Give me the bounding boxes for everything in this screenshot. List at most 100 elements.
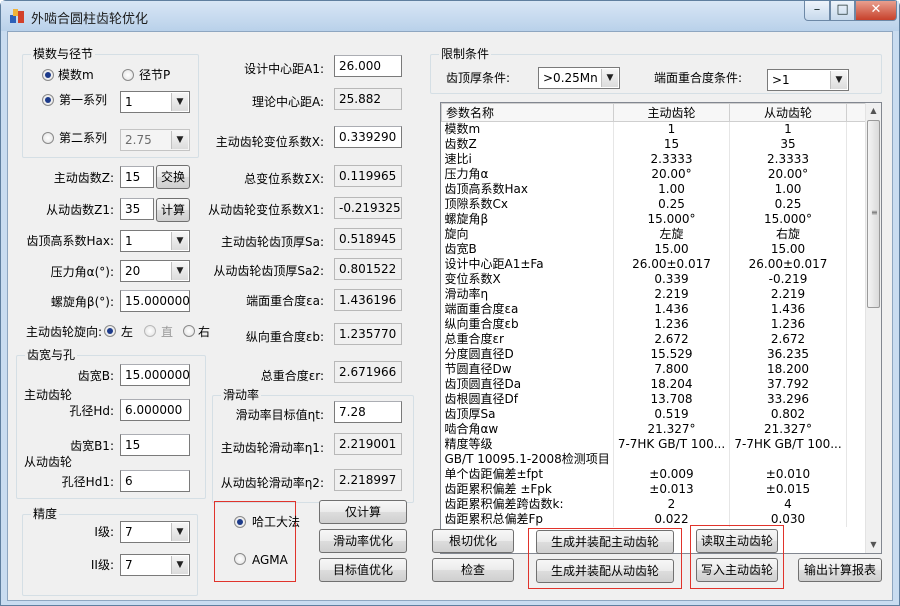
width-b1-input[interactable]: 15 xyxy=(120,434,190,456)
radio-dir-straight[interactable] xyxy=(144,325,156,337)
radio-pitch[interactable] xyxy=(122,69,134,81)
table-row[interactable]: 齿数Z 15 35 xyxy=(441,137,867,152)
table-row[interactable]: 模数m 1 1 xyxy=(441,121,867,137)
radio-module[interactable] xyxy=(42,69,54,81)
table-row[interactable]: 螺旋角β 15.000° 15.000° xyxy=(441,212,867,227)
scroll-down-icon[interactable]: ▼ xyxy=(866,537,881,553)
radio-dir-left-label: 左 xyxy=(121,325,134,339)
table-row[interactable]: 总重合度εr 2.672 2.672 xyxy=(441,332,867,347)
table-row[interactable]: 端面重合度εa 1.436 1.436 xyxy=(441,302,867,317)
width-b-input[interactable]: 15.000000 xyxy=(120,364,190,386)
calc-only-button[interactable]: 仅计算 xyxy=(319,500,407,524)
scroll-up-icon[interactable]: ▲ xyxy=(866,103,881,119)
driven-teeth-input[interactable]: 35 xyxy=(120,198,154,220)
chevron-down-icon: ▼ xyxy=(171,232,188,250)
driver-value-cell: 0.339 xyxy=(613,272,730,287)
table-row[interactable]: 齿顶高系数Hax 1.00 1.00 xyxy=(441,182,867,197)
export-report-button[interactable]: 输出计算报表 xyxy=(798,558,882,582)
radio-method-agma-label: AGMA xyxy=(252,553,288,567)
minimize-button[interactable]: – xyxy=(804,1,830,21)
slip-optimize-button[interactable]: 滑动率优化 xyxy=(319,529,407,553)
radio-series1[interactable] xyxy=(42,94,54,106)
title-bar[interactable]: 外啮合圆柱齿轮优化 – □ ✕ xyxy=(1,1,899,31)
table-row[interactable]: 顶隙系数Cx 0.25 0.25 xyxy=(441,197,867,212)
bore-hd-input[interactable]: 6.000000 xyxy=(120,399,190,421)
series1-select[interactable]: 1 ▼ xyxy=(120,91,190,113)
table-row[interactable]: 单个齿距偏差±fpt ±0.009 ±0.010 xyxy=(441,467,867,482)
param-name-cell: 端面重合度εa xyxy=(441,302,614,317)
check-button[interactable]: 检查 xyxy=(432,558,514,582)
window-title: 外啮合圆柱齿轮优化 xyxy=(31,12,149,27)
radio-dir-left[interactable] xyxy=(104,325,116,337)
table-row[interactable]: 齿宽B 15.00 15.00 xyxy=(441,242,867,257)
slip-target-input[interactable]: 7.28 xyxy=(334,401,402,423)
table-row[interactable]: GB/T 10095.1-2008检测项目 xyxy=(441,452,867,467)
driver-value-cell: 2.672 xyxy=(613,332,730,347)
table-row[interactable]: 齿顶厚Sa 0.519 0.802 xyxy=(441,407,867,422)
table-row[interactable]: 分度圆直径D 15.529 36.235 xyxy=(441,347,867,362)
table-row[interactable]: 压力角α 20.00° 20.00° xyxy=(441,167,867,182)
read-driver-button[interactable]: 读取主动齿轮 xyxy=(696,529,778,553)
radio-dir-right[interactable] xyxy=(183,325,195,337)
table-row[interactable]: 齿距累积偏差跨齿数k: 2 4 xyxy=(441,497,867,512)
scroll-thumb[interactable]: ≡ xyxy=(867,120,880,308)
table-row[interactable]: 啮合角αw 21.327° 21.327° xyxy=(441,422,867,437)
driven-value-cell: 21.327° xyxy=(729,422,847,437)
radio-series2[interactable] xyxy=(42,132,54,144)
column-header[interactable]: 从动齿轮 xyxy=(729,103,847,122)
table-scrollbar[interactable]: ▲ ≡ ▼ xyxy=(865,103,881,553)
radio-method-agma[interactable] xyxy=(234,553,246,565)
gen-driven-button[interactable]: 生成并装配从动齿轮 xyxy=(536,559,674,583)
driver-teeth-input[interactable]: 15 xyxy=(120,166,154,188)
table-row[interactable]: 滑动率η 2.219 2.219 xyxy=(441,287,867,302)
target-optimize-button[interactable]: 目标值优化 xyxy=(319,558,407,582)
root-optimize-button[interactable]: 根切优化 xyxy=(432,529,514,553)
radio-method-hit[interactable] xyxy=(234,516,246,528)
table-row[interactable]: 旋向 左旋 右旋 xyxy=(441,227,867,242)
overlap-constraint-select[interactable]: >1 ▼ xyxy=(767,69,849,91)
helix-input[interactable]: 15.000000 xyxy=(120,290,190,312)
table-row[interactable]: 设计中心距A1±Fa 26.00±0.017 26.00±0.017 xyxy=(441,257,867,272)
param-name-cell: 单个齿距偏差±fpt xyxy=(441,467,614,482)
grade2-select[interactable]: 7 ▼ xyxy=(120,554,190,576)
driven-thick-label: 从动齿轮齿顶厚Sa2: xyxy=(213,264,324,278)
grade1-select[interactable]: 7 ▼ xyxy=(120,521,190,543)
swap-button[interactable]: 交换 xyxy=(156,165,190,189)
table-row[interactable]: 齿根圆直径Df 13.708 33.296 xyxy=(441,392,867,407)
design-center-input[interactable]: 26.000 xyxy=(334,55,402,77)
table-row[interactable]: 齿距累积偏差 ±Fpk ±0.013 ±0.015 xyxy=(441,482,867,497)
maximize-button[interactable]: □ xyxy=(830,1,855,21)
table-header-row: 参数名称 主动齿轮 从动齿轮 xyxy=(441,103,867,122)
close-button[interactable]: ✕ xyxy=(855,1,897,21)
chevron-down-icon: ▼ xyxy=(171,93,188,111)
driven-value-cell: -0.219 xyxy=(729,272,847,287)
table-row[interactable]: 速比i 2.3333 2.3333 xyxy=(441,152,867,167)
results-table[interactable]: 参数名称 主动齿轮 从动齿轮 模数m 1 1 齿数Z 15 35 速比i 2.3333 2.33… xyxy=(440,102,882,554)
driver-value-cell: 1 xyxy=(613,121,730,137)
table-row[interactable]: 精度等级 7-7HK GB/T 100... 7-7HK GB/T 100... xyxy=(441,437,867,452)
slip-driven-label: 从动齿轮滑动率η2: xyxy=(220,476,324,490)
driver-value-cell xyxy=(613,452,730,467)
param-name-cell: 顶隙系数Cx xyxy=(441,197,614,212)
results-grid: 参数名称 主动齿轮 从动齿轮 模数m 1 1 齿数Z 15 35 速比i 2.3333 2.33… xyxy=(441,103,867,527)
addendum-select[interactable]: 1 ▼ xyxy=(120,230,190,252)
pressure-select[interactable]: 20 ▼ xyxy=(120,260,190,282)
column-header[interactable]: 参数名称 xyxy=(441,103,614,122)
write-driver-button[interactable]: 写入主动齿轮 xyxy=(696,558,778,582)
gen-driver-button[interactable]: 生成并装配主动齿轮 xyxy=(536,530,674,554)
column-header[interactable]: 主动齿轮 xyxy=(613,103,730,122)
table-row[interactable]: 纵向重合度εb 1.236 1.236 xyxy=(441,317,867,332)
compute-button[interactable]: 计算 xyxy=(156,198,190,222)
pressure-value: 20 xyxy=(125,264,141,278)
table-row[interactable]: 节圆直径Dw 7.800 18.200 xyxy=(441,362,867,377)
table-row[interactable]: 齿距累积总偏差Fp 0.022 0.030 xyxy=(441,512,867,527)
bore-hd1-input[interactable]: 6 xyxy=(120,470,190,492)
pressure-label: 压力角α(°): xyxy=(50,265,114,279)
design-center-label: 设计中心距A1: xyxy=(244,62,324,76)
table-row[interactable]: 齿顶圆直径Da 18.204 37.792 xyxy=(441,377,867,392)
driver-shift-input[interactable]: 0.339290 xyxy=(334,126,402,148)
table-row[interactable]: 变位系数X 0.339 -0.219 xyxy=(441,272,867,287)
driver-shift-label: 主动齿轮变位系数X: xyxy=(215,135,324,149)
thickness-constraint-select[interactable]: >0.25Mn ▼ xyxy=(538,67,620,89)
driven-value-cell: 20.00° xyxy=(729,167,847,182)
